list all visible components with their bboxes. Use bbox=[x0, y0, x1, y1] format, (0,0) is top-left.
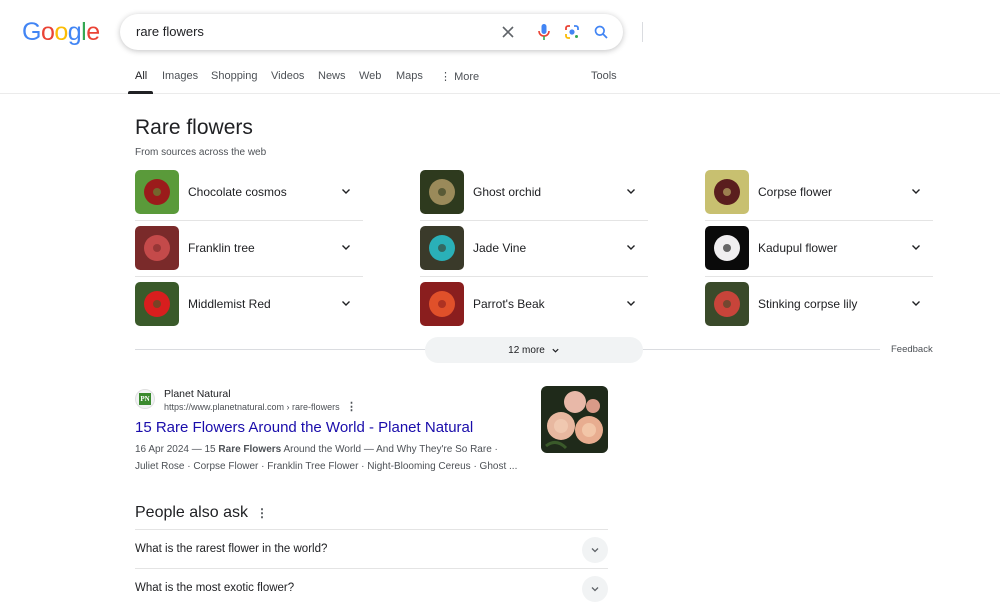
tools-button[interactable]: Tools bbox=[591, 70, 617, 82]
chevron-down-icon bbox=[591, 548, 599, 553]
flower-item[interactable]: Stinking corpse lily bbox=[705, 282, 933, 338]
flower-thumbnail bbox=[420, 170, 464, 214]
tab-news[interactable]: News bbox=[318, 70, 346, 82]
result-url[interactable]: https://www.planetnatural.com › rare-flo… bbox=[164, 402, 340, 412]
question-text: What is the rarest flower in the world? bbox=[135, 543, 328, 555]
tab-web[interactable]: Web bbox=[359, 70, 381, 82]
google-logo[interactable]: Google bbox=[22, 18, 100, 47]
chevron-down-icon[interactable] bbox=[624, 184, 638, 198]
flower-item[interactable]: Kadupul flower bbox=[705, 226, 933, 282]
chevron-down-icon[interactable] bbox=[909, 296, 923, 310]
flower-name: Middlemist Red bbox=[188, 297, 271, 311]
result-title-link[interactable]: 15 Rare Flowers Around the World - Plane… bbox=[135, 419, 473, 436]
flower-thumbnail bbox=[705, 170, 749, 214]
question-text: What is the most exotic flower? bbox=[135, 582, 295, 594]
tab-more[interactable]: ⋮ More bbox=[440, 70, 479, 83]
chevron-down-icon[interactable] bbox=[339, 240, 353, 254]
result-thumbnail[interactable] bbox=[541, 386, 608, 453]
active-tab-indicator bbox=[128, 91, 153, 94]
flower-item[interactable]: Ghost orchid bbox=[420, 170, 648, 226]
flower-item[interactable]: Jade Vine bbox=[420, 226, 648, 282]
tab-more-label: More bbox=[454, 71, 480, 83]
logo-letter: g bbox=[67, 18, 82, 46]
chevron-down-icon[interactable] bbox=[339, 296, 353, 310]
chevron-down-icon bbox=[591, 587, 599, 592]
flower-thumbnail bbox=[705, 226, 749, 270]
flower-thumbnail bbox=[135, 170, 179, 214]
flower-item[interactable]: Chocolate cosmos bbox=[135, 170, 363, 226]
tab-all[interactable]: All bbox=[135, 70, 147, 82]
flower-item[interactable]: Franklin tree bbox=[135, 226, 363, 282]
flower-name: Ghost orchid bbox=[473, 185, 542, 199]
section-subtitle: From sources across the web bbox=[135, 147, 267, 158]
tab-shopping[interactable]: Shopping bbox=[211, 70, 258, 82]
flower-name: Franklin tree bbox=[188, 241, 255, 255]
divider bbox=[135, 220, 363, 221]
tab-maps[interactable]: Maps bbox=[396, 70, 423, 82]
chevron-down-icon[interactable] bbox=[624, 240, 638, 254]
divider bbox=[420, 220, 648, 221]
snippet-text: Juliet Rose · Corpse Flower · Franklin T… bbox=[135, 461, 518, 472]
logo-letter: o bbox=[54, 18, 68, 46]
question-item[interactable]: What is the most exotic flower? bbox=[135, 568, 608, 607]
search-box[interactable]: rare flowers bbox=[120, 14, 643, 50]
site-favicon: PN bbox=[135, 389, 155, 409]
camera-lens-icon[interactable] bbox=[560, 20, 584, 44]
chevron-down-icon bbox=[552, 348, 559, 353]
flower-item[interactable]: Corpse flower bbox=[705, 170, 933, 226]
chevron-down-icon[interactable] bbox=[624, 296, 638, 310]
flower-item[interactable]: Parrot's Beak bbox=[420, 282, 648, 338]
microphone-icon[interactable] bbox=[532, 20, 556, 44]
divider bbox=[420, 276, 648, 277]
flower-name: Stinking corpse lily bbox=[758, 297, 858, 311]
snippet-text: Around the World — And Why They're So Ra… bbox=[281, 444, 498, 455]
section-title: Rare flowers bbox=[135, 116, 253, 139]
more-options-icon[interactable]: ⋮ bbox=[256, 506, 268, 520]
expand-button[interactable] bbox=[582, 537, 608, 563]
divider bbox=[135, 276, 363, 277]
search-input[interactable]: rare flowers bbox=[136, 24, 204, 39]
flower-thumbnail bbox=[705, 282, 749, 326]
search-icon[interactable] bbox=[589, 20, 613, 44]
flower-thumbnail bbox=[420, 282, 464, 326]
flower-name: Kadupul flower bbox=[758, 241, 838, 255]
logo-letter: G bbox=[22, 18, 41, 46]
snippet-highlight: Rare Flowers bbox=[218, 444, 282, 455]
tab-videos[interactable]: Videos bbox=[271, 70, 304, 82]
divider bbox=[705, 276, 933, 277]
favicon-logo: PN bbox=[139, 393, 151, 405]
more-vert-icon: ⋮ bbox=[440, 71, 455, 83]
divider bbox=[705, 220, 933, 221]
search-tabs: All Images Shopping Videos News Web Maps… bbox=[0, 60, 1000, 94]
snippet-text: 16 Apr 2024 — 15 bbox=[135, 444, 219, 455]
clear-icon[interactable] bbox=[496, 20, 520, 44]
logo-letter: o bbox=[40, 18, 55, 46]
show-more-button[interactable]: 12 more bbox=[425, 337, 643, 363]
tab-images[interactable]: Images bbox=[162, 70, 198, 82]
flower-thumbnail bbox=[135, 282, 179, 326]
more-options-icon[interactable]: ⋮ bbox=[346, 400, 357, 413]
site-name[interactable]: Planet Natural bbox=[164, 388, 231, 400]
chevron-down-icon[interactable] bbox=[339, 184, 353, 198]
feedback-link[interactable]: Feedback bbox=[891, 344, 933, 355]
expand-button[interactable] bbox=[582, 576, 608, 602]
chevron-down-icon[interactable] bbox=[909, 184, 923, 198]
header: Google rare flowers All Images Shopping … bbox=[0, 0, 1000, 94]
flower-thumbnail bbox=[420, 226, 464, 270]
flower-name: Parrot's Beak bbox=[473, 297, 545, 311]
chevron-down-icon[interactable] bbox=[909, 240, 923, 254]
divider bbox=[642, 22, 643, 42]
flower-name: Chocolate cosmos bbox=[188, 185, 287, 199]
show-more-label: 12 more bbox=[508, 344, 545, 356]
flower-item[interactable]: Middlemist Red bbox=[135, 282, 363, 338]
logo-letter: e bbox=[86, 18, 100, 46]
question-item[interactable]: What is the rarest flower in the world? bbox=[135, 529, 608, 568]
flower-name: Jade Vine bbox=[473, 241, 527, 255]
flower-name: Corpse flower bbox=[758, 185, 833, 199]
people-also-ask-title: People also ask bbox=[135, 504, 248, 521]
result-snippet: 16 Apr 2024 — 15 Rare Flowers Around the… bbox=[135, 441, 535, 475]
flower-thumbnail bbox=[135, 226, 179, 270]
